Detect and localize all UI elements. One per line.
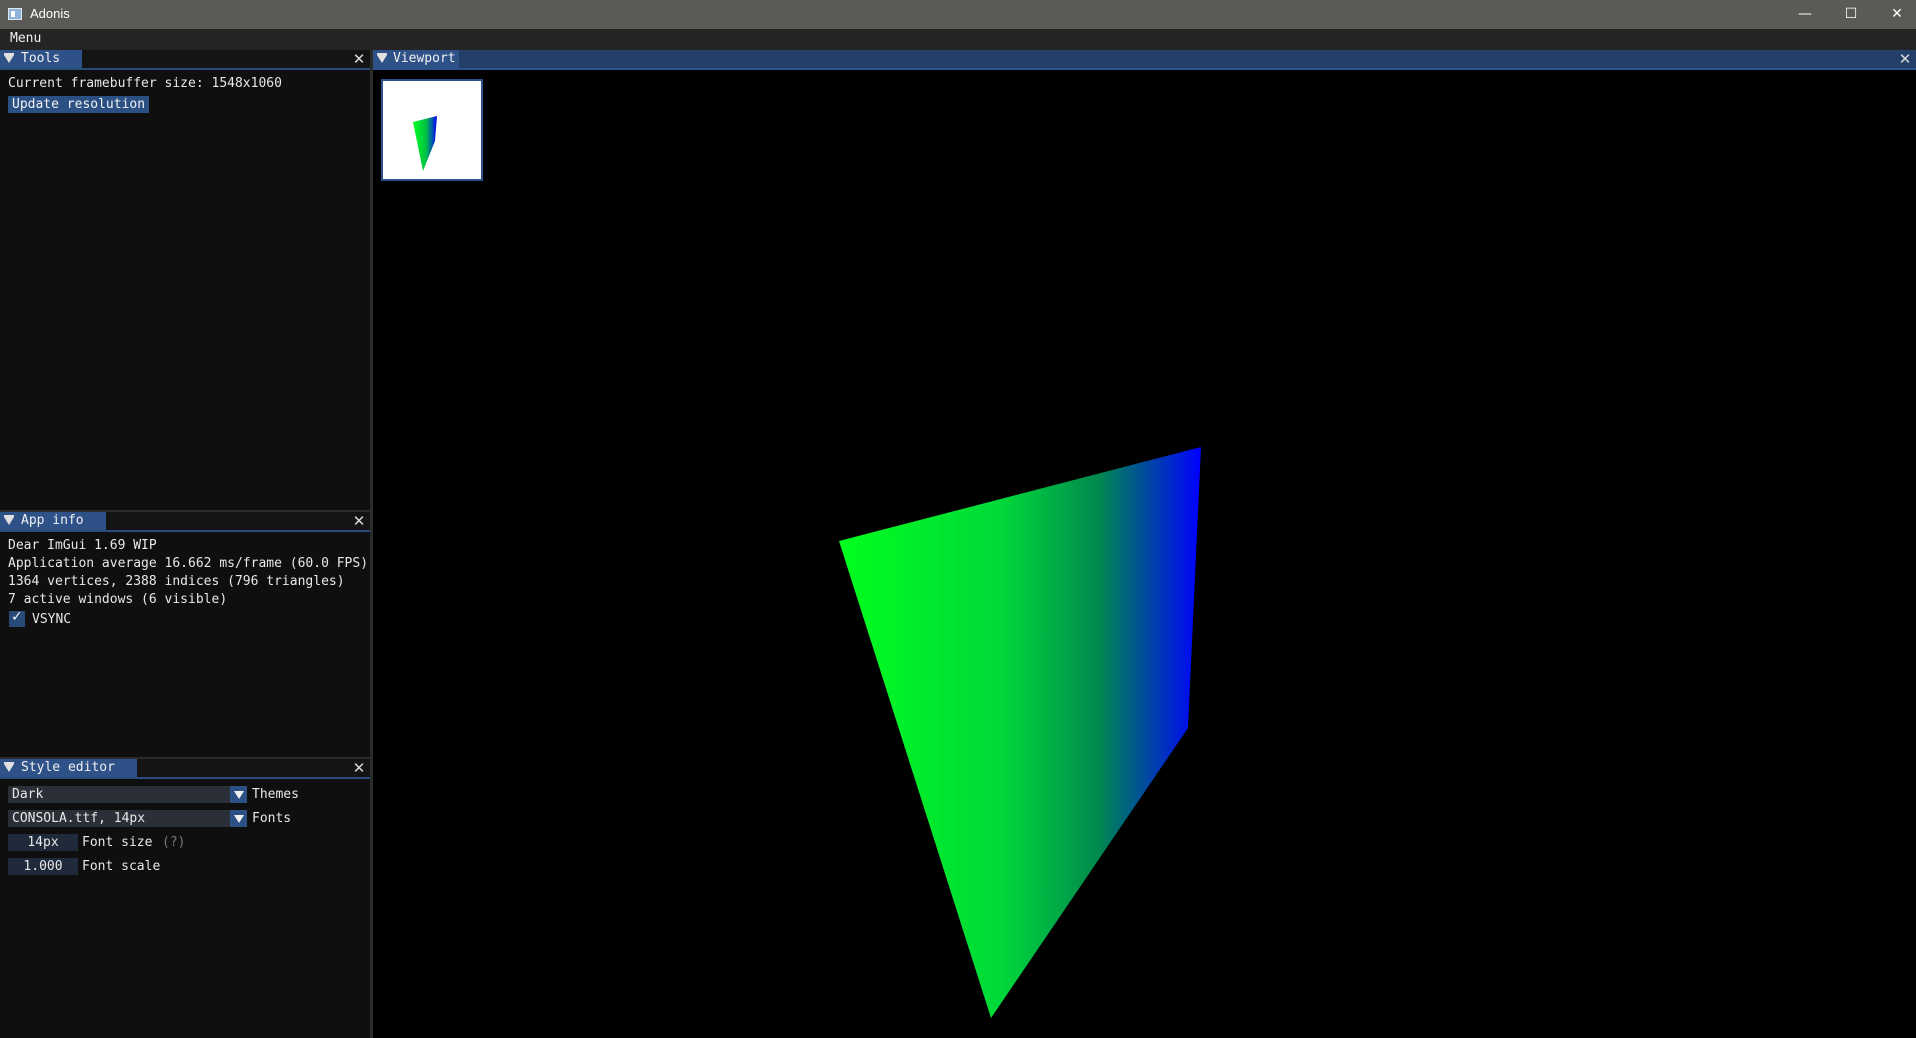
themes-combo[interactable]: Dark [8,786,247,803]
tab-style-editor[interactable]: Style editor [0,759,137,777]
dropdown-arrow-icon[interactable] [230,786,247,803]
imgui-version-text: Dear ImGui 1.69 WIP [8,538,157,553]
tools-panel: Tools ✕ Current framebuffer size: 1548x1… [0,50,370,510]
themes-combo-value: Dark [12,787,44,802]
maximize-button[interactable]: ☐ [1828,0,1874,29]
collapse-arrow-icon[interactable] [377,53,387,63]
dropdown-arrow-icon[interactable] [230,810,247,827]
viewport-panel[interactable]: Viewport ✕ [373,50,1916,1038]
os-title-bar[interactable] [0,0,1916,29]
app-window-icon [8,8,22,20]
viewport-render-canvas[interactable] [373,72,1916,1038]
tools-close-icon[interactable]: ✕ [351,51,367,67]
tab-tools[interactable]: Tools [0,50,82,68]
rendered-quad [839,447,1201,1018]
framebuffer-size-text: Current framebuffer size: 1548x1060 [8,76,282,91]
viewport-close-icon[interactable]: ✕ [1897,51,1913,67]
style-editor-panel-header: Style editor ✕ [0,759,370,779]
tab-viewport-label: Viewport [393,51,456,66]
tab-viewport[interactable]: Viewport [373,50,459,68]
style-editor-panel: Style editor ✕ Dark Themes CONSOLA.ttf, … [0,759,370,1038]
fonts-combo-value: CONSOLA.ttf, 14px [12,811,146,826]
font-size-input[interactable]: 14px [8,834,78,851]
tab-app-info[interactable]: App info [0,512,106,530]
collapse-arrow-icon[interactable] [4,762,14,772]
window-close-button[interactable]: ✕ [1874,0,1916,29]
checkmark-icon: ✓ [11,609,23,625]
themes-label: Themes [252,787,299,802]
app-info-close-icon[interactable]: ✕ [351,513,367,529]
tab-style-editor-label: Style editor [21,760,115,775]
update-resolution-button[interactable]: Update resolution [8,96,150,113]
frame-time-text: Application average 16.662 ms/frame (60.… [8,556,369,571]
tab-app-info-label: App info [21,513,84,528]
vertex-count-text: 1364 vertices, 2388 indices (796 triangl… [8,574,345,589]
font-scale-input[interactable]: 1.000 [8,858,78,875]
viewport-panel-header: Viewport ✕ [373,50,1916,70]
collapse-arrow-icon[interactable] [4,515,14,525]
font-size-label: Font size [82,835,153,850]
help-marker[interactable]: (?) [162,835,185,850]
minimize-button[interactable]: — [1782,0,1828,29]
active-windows-text: 7 active windows (6 visible) [8,592,228,607]
fonts-combo[interactable]: CONSOLA.ttf, 14px [8,810,247,827]
fonts-label: Fonts [252,811,292,826]
tab-tools-label: Tools [21,51,61,66]
vsync-label: VSYNC [32,612,72,627]
style-editor-close-icon[interactable]: ✕ [351,760,367,776]
app-info-panel-header: App info ✕ [0,512,370,532]
vsync-checkbox[interactable]: ✓ [9,609,25,627]
app-info-panel: App info ✕ Dear ImGui 1.69 WIP Applicati… [0,512,370,757]
menu-item-menu[interactable]: Menu [10,31,41,46]
window-title: Adonis [30,6,70,21]
collapse-arrow-icon[interactable] [4,53,14,63]
main-menu-bar [0,29,1916,50]
font-scale-label: Font scale [82,859,161,874]
tools-panel-header: Tools ✕ [0,50,370,70]
